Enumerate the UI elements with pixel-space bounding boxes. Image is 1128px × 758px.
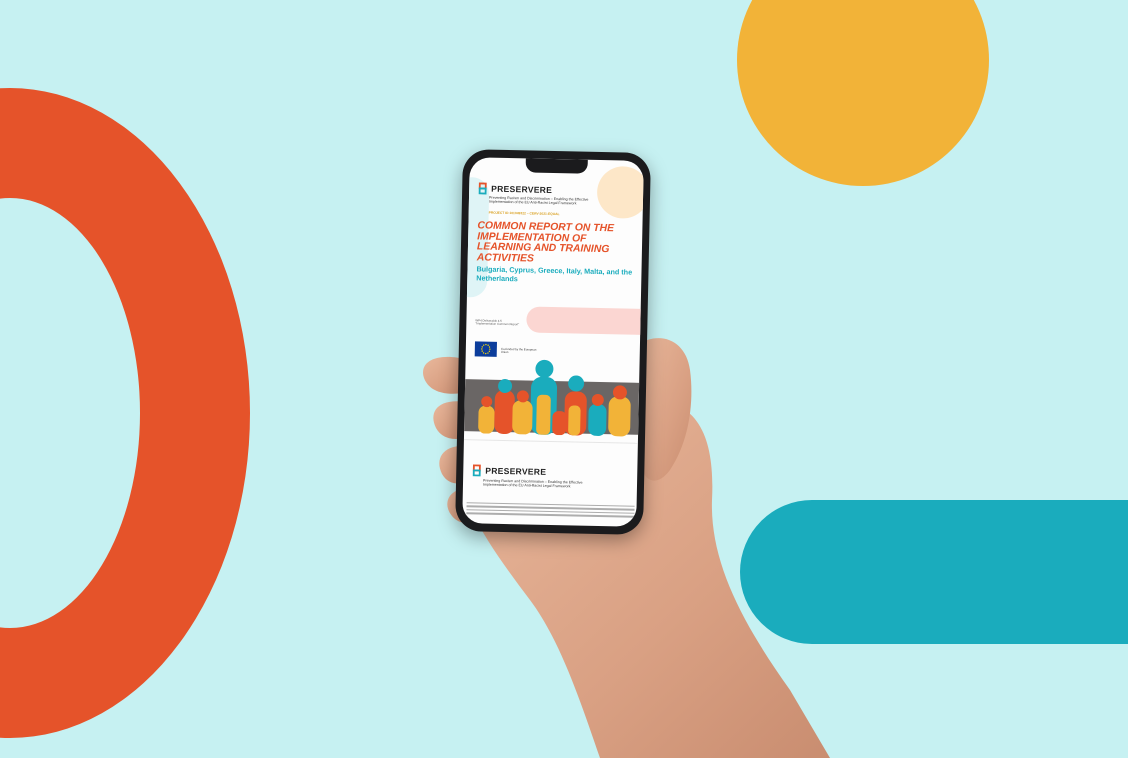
- project-subtitle: Preventing Racism and Discrimination – E…: [488, 195, 589, 206]
- preservere-logo: PRESERVERE: [478, 182, 552, 196]
- preservere-logo-icon: [472, 464, 481, 477]
- phone-notch: [525, 158, 588, 174]
- pink-pill-shape: [526, 306, 644, 336]
- project-subtitle-2: Preventing Racism and Discrimination – E…: [482, 478, 583, 489]
- phone-screen: PRESERVERE Preventing Racism and Discrim…: [462, 157, 644, 527]
- preservere-logo-icon: [478, 182, 487, 195]
- people-illustration: [478, 359, 631, 437]
- page-divider: [463, 439, 638, 444]
- brand-name-2: PRESERVERE: [485, 465, 547, 477]
- report-title: COMMON REPORT ON THE IMPLEMENTATION OF L…: [476, 220, 615, 265]
- deliverable-label: WP4 Deliverable 4.5 "Implementation Comm…: [475, 318, 520, 327]
- brand-name: PRESERVERE: [491, 183, 553, 195]
- preservere-logo-2: PRESERVERE: [472, 464, 546, 478]
- photo-scene: PRESERVERE Preventing Racism and Discrim…: [0, 0, 1128, 758]
- peach-circle-shape: [596, 165, 644, 219]
- project-code: PROJECT ID 101049322 – CERV-2021-EQUAL: [488, 210, 560, 217]
- report-countries: Bulgaria, Cyprus, Greece, Italy, Malta, …: [476, 264, 633, 284]
- body-text-lines: [466, 502, 635, 519]
- smartphone: PRESERVERE Preventing Racism and Discrim…: [455, 149, 651, 535]
